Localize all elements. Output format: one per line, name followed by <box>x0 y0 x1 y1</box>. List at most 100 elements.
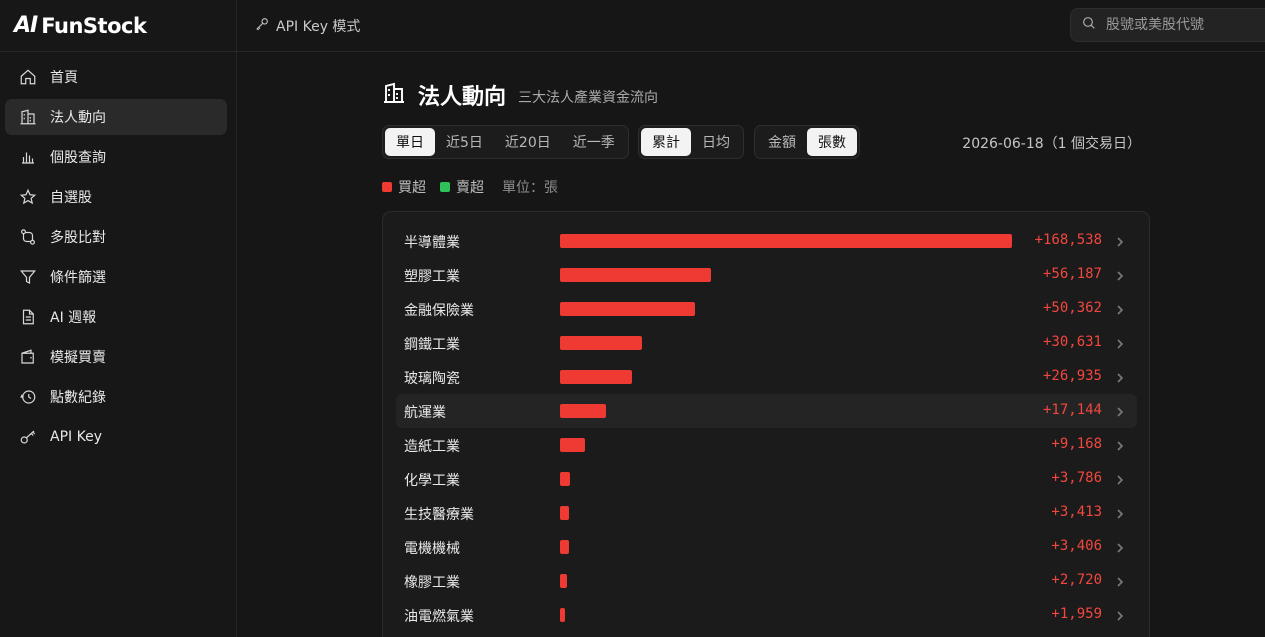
mode-option-cumulative[interactable]: 累計 <box>641 128 691 156</box>
net-buy-value: +168,538 <box>1034 232 1102 248</box>
compare-icon <box>18 227 38 247</box>
industry-name: 造紙工業 <box>404 439 460 455</box>
industry-row[interactable]: 電機機械 +3,406 <box>396 530 1137 564</box>
measure-option-lots[interactable]: 張數 <box>807 128 857 156</box>
industry-row[interactable]: 油電燃氣業 +1,959 <box>396 598 1137 632</box>
star-icon <box>18 187 38 207</box>
sidebar-item-ai-weekly[interactable]: AI 週報 <box>5 299 227 335</box>
sidebar-item-paper-trading[interactable]: 模擬買賣 <box>5 339 227 375</box>
sidebar-item-stock-lookup[interactable]: 個股查詢 <box>5 139 227 175</box>
sidebar-item-label: 條件篩選 <box>50 270 106 286</box>
industry-row[interactable]: 塑膠工業 +56,187 <box>396 258 1137 292</box>
legend-buy-label: 買超 <box>398 180 426 196</box>
industry-row[interactable]: 鋼鐵工業 +30,631 <box>396 326 1137 360</box>
industry-name: 航運業 <box>404 405 446 421</box>
sidebar-item-label: API Key <box>50 429 102 445</box>
industry-name: 半導體業 <box>404 235 460 251</box>
period-option-5-days[interactable]: 近5日 <box>435 128 494 156</box>
building-icon <box>18 107 38 127</box>
industry-row[interactable]: 化學工業 +3,786 <box>396 462 1137 496</box>
industry-row[interactable]: 航運業 +17,144 <box>396 394 1137 428</box>
net-buy-value: +56,187 <box>1042 266 1102 282</box>
net-buy-bar <box>560 506 569 520</box>
unit-label: 單位：張 <box>502 180 558 196</box>
industry-name: 橡膠工業 <box>404 575 460 591</box>
chevron-right-icon <box>1114 268 1126 282</box>
industry-row[interactable]: 半導體業 +168,538 <box>396 224 1137 258</box>
legend: 買超 賣超 單位：張 <box>382 177 558 197</box>
sidebar-item-watchlist[interactable]: 自選股 <box>5 179 227 215</box>
net-buy-bar <box>560 574 567 588</box>
industry-name: 生技醫療業 <box>404 507 474 523</box>
mode-segmented-control: 累計 日均 <box>638 125 744 159</box>
chevron-right-icon <box>1114 472 1126 486</box>
sidebar-item-label: 模擬買賣 <box>50 350 106 366</box>
chevron-right-icon <box>1114 540 1126 554</box>
industry-name: 玻璃陶瓷 <box>404 371 460 387</box>
page-subtitle: 三大法人產業資金流向 <box>518 90 659 106</box>
industry-name: 金融保險業 <box>404 303 474 319</box>
net-buy-value: +9,168 <box>1051 436 1102 452</box>
sidebar-item-label: 點數紀錄 <box>50 390 106 406</box>
industry-row[interactable]: 造紙工業 +9,168 <box>396 428 1137 462</box>
sidebar-item-label: 個股查詢 <box>50 150 106 166</box>
logo[interactable]: AI FunStock <box>0 0 236 52</box>
industry-name: 化學工業 <box>404 473 460 489</box>
net-buy-bar <box>560 472 570 486</box>
net-buy-bar <box>560 336 642 350</box>
sell-swatch <box>440 182 450 192</box>
main-content: 法人動向 三大法人產業資金流向 單日 近5日 近20日 近一季 累計 日均 金額… <box>237 53 1265 637</box>
industry-row[interactable]: 金融保險業 +50,362 <box>396 292 1137 326</box>
search-box[interactable] <box>1070 8 1265 42</box>
topbar: API Key 模式 <box>237 0 1265 52</box>
sidebar-item-label: 法人動向 <box>50 110 106 126</box>
filter-icon <box>18 267 38 287</box>
chevron-right-icon <box>1114 404 1126 418</box>
app-root: AI FunStock 首頁 法人動向 個股查詢 自選股 多股比對 條件篩選 A… <box>0 0 1265 637</box>
search-icon <box>1081 15 1106 35</box>
net-buy-value: +3,413 <box>1051 504 1102 520</box>
mode-option-daily-average[interactable]: 日均 <box>691 128 741 156</box>
sidebar-item-label: AI 週報 <box>50 310 97 326</box>
sidebar-item-screener[interactable]: 條件篩選 <box>5 259 227 295</box>
industry-row[interactable]: 玻璃陶瓷 +26,935 <box>396 360 1137 394</box>
sidebar-item-api-key[interactable]: API Key <box>5 419 227 455</box>
api-key-mode-label: API Key 模式 <box>276 18 361 35</box>
api-key-mode-button[interactable]: API Key 模式 <box>254 16 360 36</box>
industry-row[interactable]: 橡膠工業 +2,720 <box>396 564 1137 598</box>
page-title: 法人動向 <box>418 85 507 110</box>
period-option-quarter[interactable]: 近一季 <box>562 128 626 156</box>
industry-name: 鋼鐵工業 <box>404 337 460 353</box>
wallet-icon <box>18 347 38 367</box>
building-icon <box>382 81 418 109</box>
net-buy-bar <box>560 404 606 418</box>
measure-segmented-control: 金額 張數 <box>754 125 860 159</box>
chevron-right-icon <box>1114 302 1126 316</box>
page-header: 法人動向 三大法人產業資金流向 <box>382 79 658 111</box>
history-icon <box>18 387 38 407</box>
net-buy-value: +26,935 <box>1042 368 1102 384</box>
industry-bar-chart: 半導體業 +168,538 塑膠工業 +56,187 金融保險業 +50,362 鋼鐵工業 +… <box>396 224 1137 632</box>
filter-controls: 單日 近5日 近20日 近一季 累計 日均 金額 張數 2026-06-18（1… <box>382 125 1150 159</box>
chevron-right-icon <box>1114 438 1126 452</box>
sidebar-item-label: 首頁 <box>50 70 78 86</box>
period-option-20-days[interactable]: 近20日 <box>494 128 562 156</box>
sidebar-item-institutional[interactable]: 法人動向 <box>5 99 227 135</box>
net-buy-bar <box>560 540 569 554</box>
search-input[interactable] <box>1106 17 1256 33</box>
chevron-right-icon <box>1114 608 1126 622</box>
sidebar-item-home[interactable]: 首頁 <box>5 59 227 95</box>
sidebar-item-compare[interactable]: 多股比對 <box>5 219 227 255</box>
chevron-right-icon <box>1114 370 1126 384</box>
chevron-right-icon <box>1114 506 1126 520</box>
net-buy-value: +2,720 <box>1051 572 1102 588</box>
sidebar-item-label: 自選股 <box>50 190 92 206</box>
measure-option-amount[interactable]: 金額 <box>757 128 807 156</box>
document-icon <box>18 307 38 327</box>
period-option-single-day[interactable]: 單日 <box>385 128 435 156</box>
sidebar-item-points-history[interactable]: 點數紀錄 <box>5 379 227 415</box>
industry-row[interactable]: 生技醫療業 +3,413 <box>396 496 1137 530</box>
buy-swatch <box>382 182 392 192</box>
key-icon <box>18 427 38 447</box>
net-buy-value: +50,362 <box>1042 300 1102 316</box>
